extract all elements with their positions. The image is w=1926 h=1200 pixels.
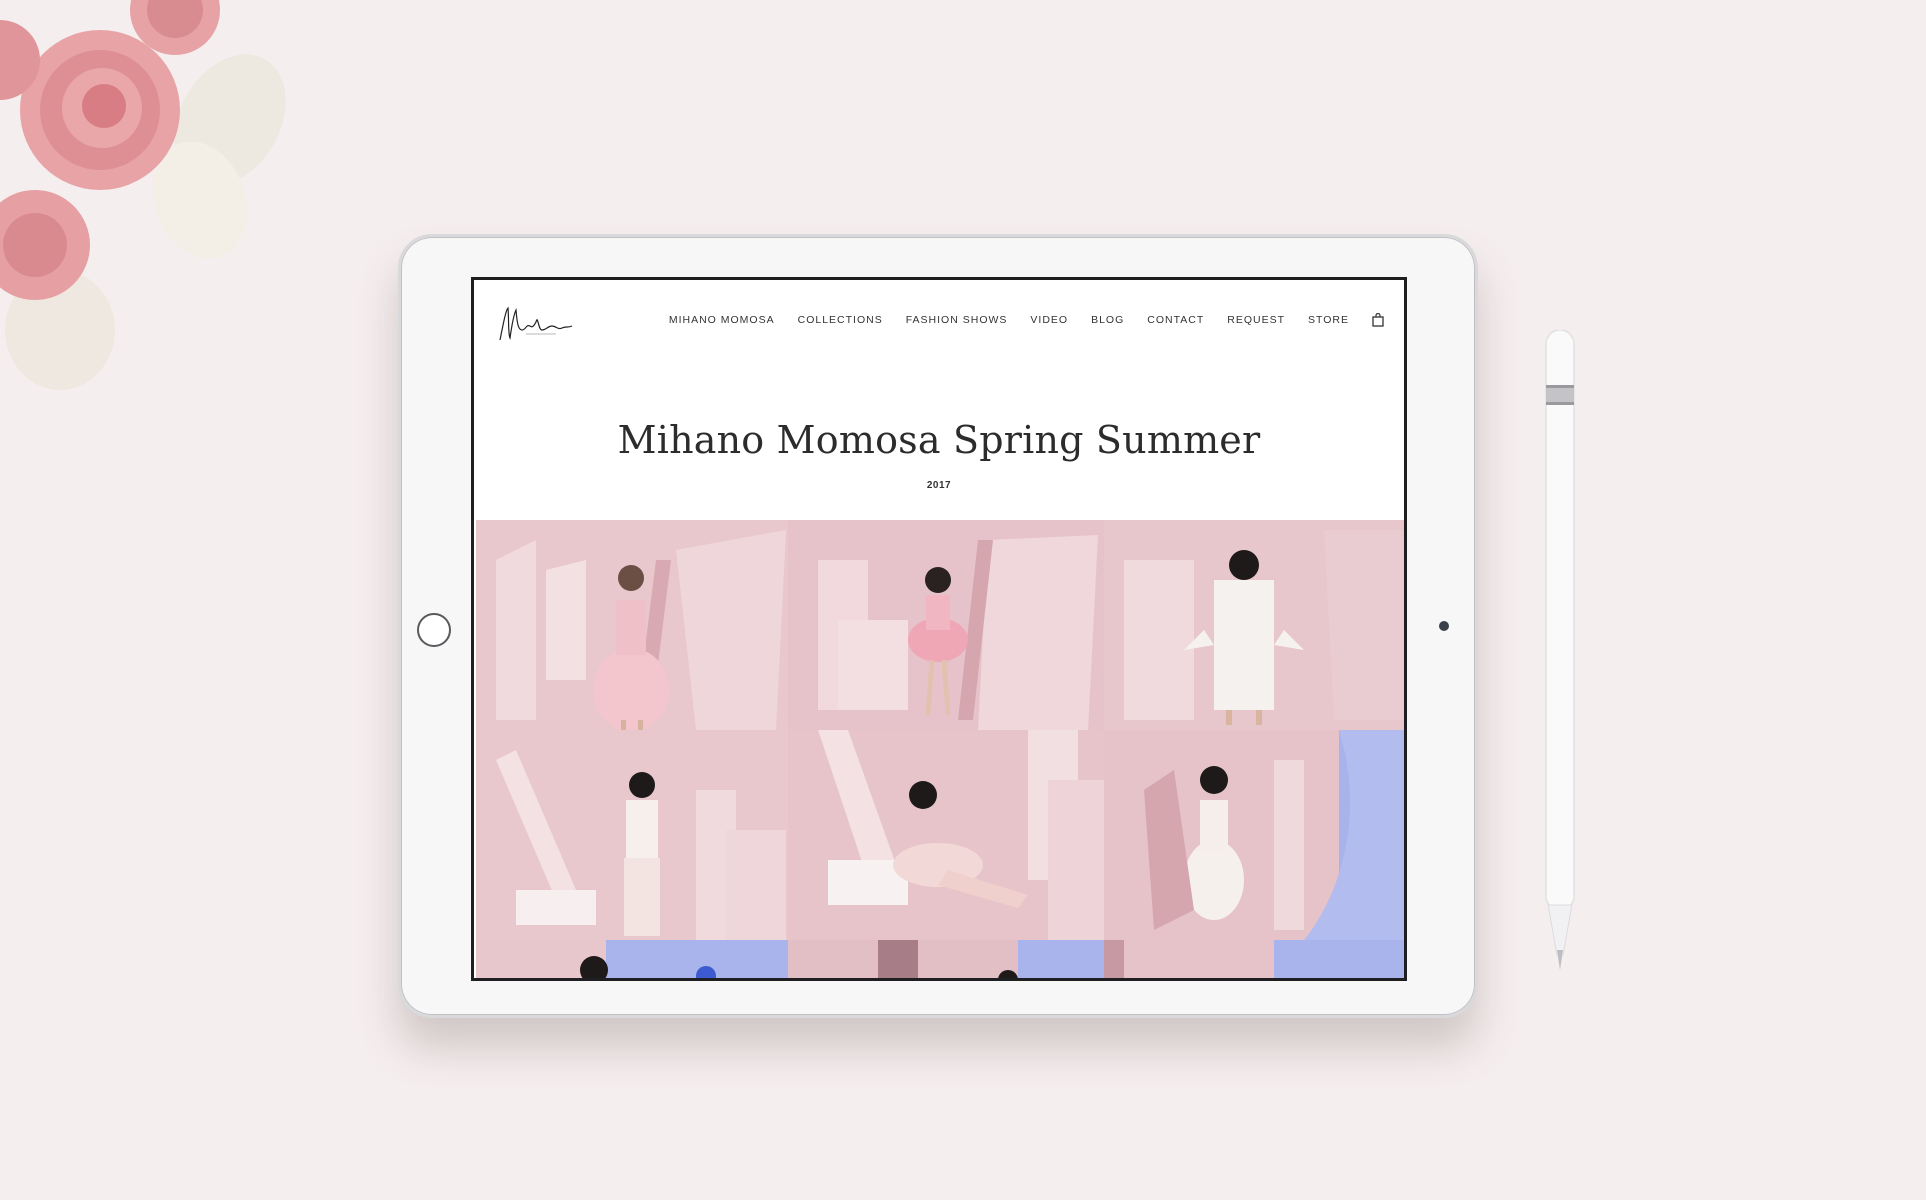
gallery-photo[interactable] bbox=[476, 940, 788, 978]
roses-decoration bbox=[0, 0, 286, 390]
stylus-pencil bbox=[1545, 330, 1575, 970]
main-navigation: MIHANO MOMOSA COLLECTIONS FASHION SHOWS … bbox=[669, 313, 1384, 327]
nav-item-blog[interactable]: BLOG bbox=[1091, 314, 1124, 326]
nav-item-fashion-shows[interactable]: FASHION SHOWS bbox=[906, 314, 1008, 326]
home-button[interactable] bbox=[417, 613, 451, 647]
shopping-bag-icon[interactable] bbox=[1372, 313, 1384, 327]
gallery-photo[interactable] bbox=[476, 520, 788, 730]
page-title: Mihano Momosa Spring Summer bbox=[617, 418, 1261, 462]
photo-gallery bbox=[476, 520, 1404, 978]
website-screen: MIHANO MOMOSA COLLECTIONS FASHION SHOWS … bbox=[471, 277, 1407, 981]
nav-item-contact[interactable]: CONTACT bbox=[1147, 314, 1204, 326]
gallery-photo[interactable] bbox=[788, 730, 1104, 940]
nav-item-collections[interactable]: COLLECTIONS bbox=[798, 314, 883, 326]
nav-item-mihano-momosa[interactable]: MIHANO MOMOSA bbox=[669, 314, 775, 326]
gallery-photo[interactable] bbox=[1104, 940, 1404, 978]
gallery-photo[interactable] bbox=[476, 730, 788, 940]
gallery-photo[interactable] bbox=[1104, 730, 1404, 940]
nav-item-request[interactable]: REQUEST bbox=[1227, 314, 1285, 326]
gallery-photo[interactable] bbox=[788, 940, 1104, 978]
gallery-photo[interactable] bbox=[1104, 520, 1404, 730]
brand-logo[interactable] bbox=[496, 300, 574, 346]
collection-year: 2017 bbox=[926, 480, 952, 491]
nav-item-store[interactable]: STORE bbox=[1308, 314, 1349, 326]
nav-item-video[interactable]: VIDEO bbox=[1030, 314, 1068, 326]
camera-dot bbox=[1439, 621, 1449, 631]
tablet-device: MIHANO MOMOSA COLLECTIONS FASHION SHOWS … bbox=[398, 234, 1478, 1018]
gallery-photo[interactable] bbox=[788, 520, 1104, 730]
